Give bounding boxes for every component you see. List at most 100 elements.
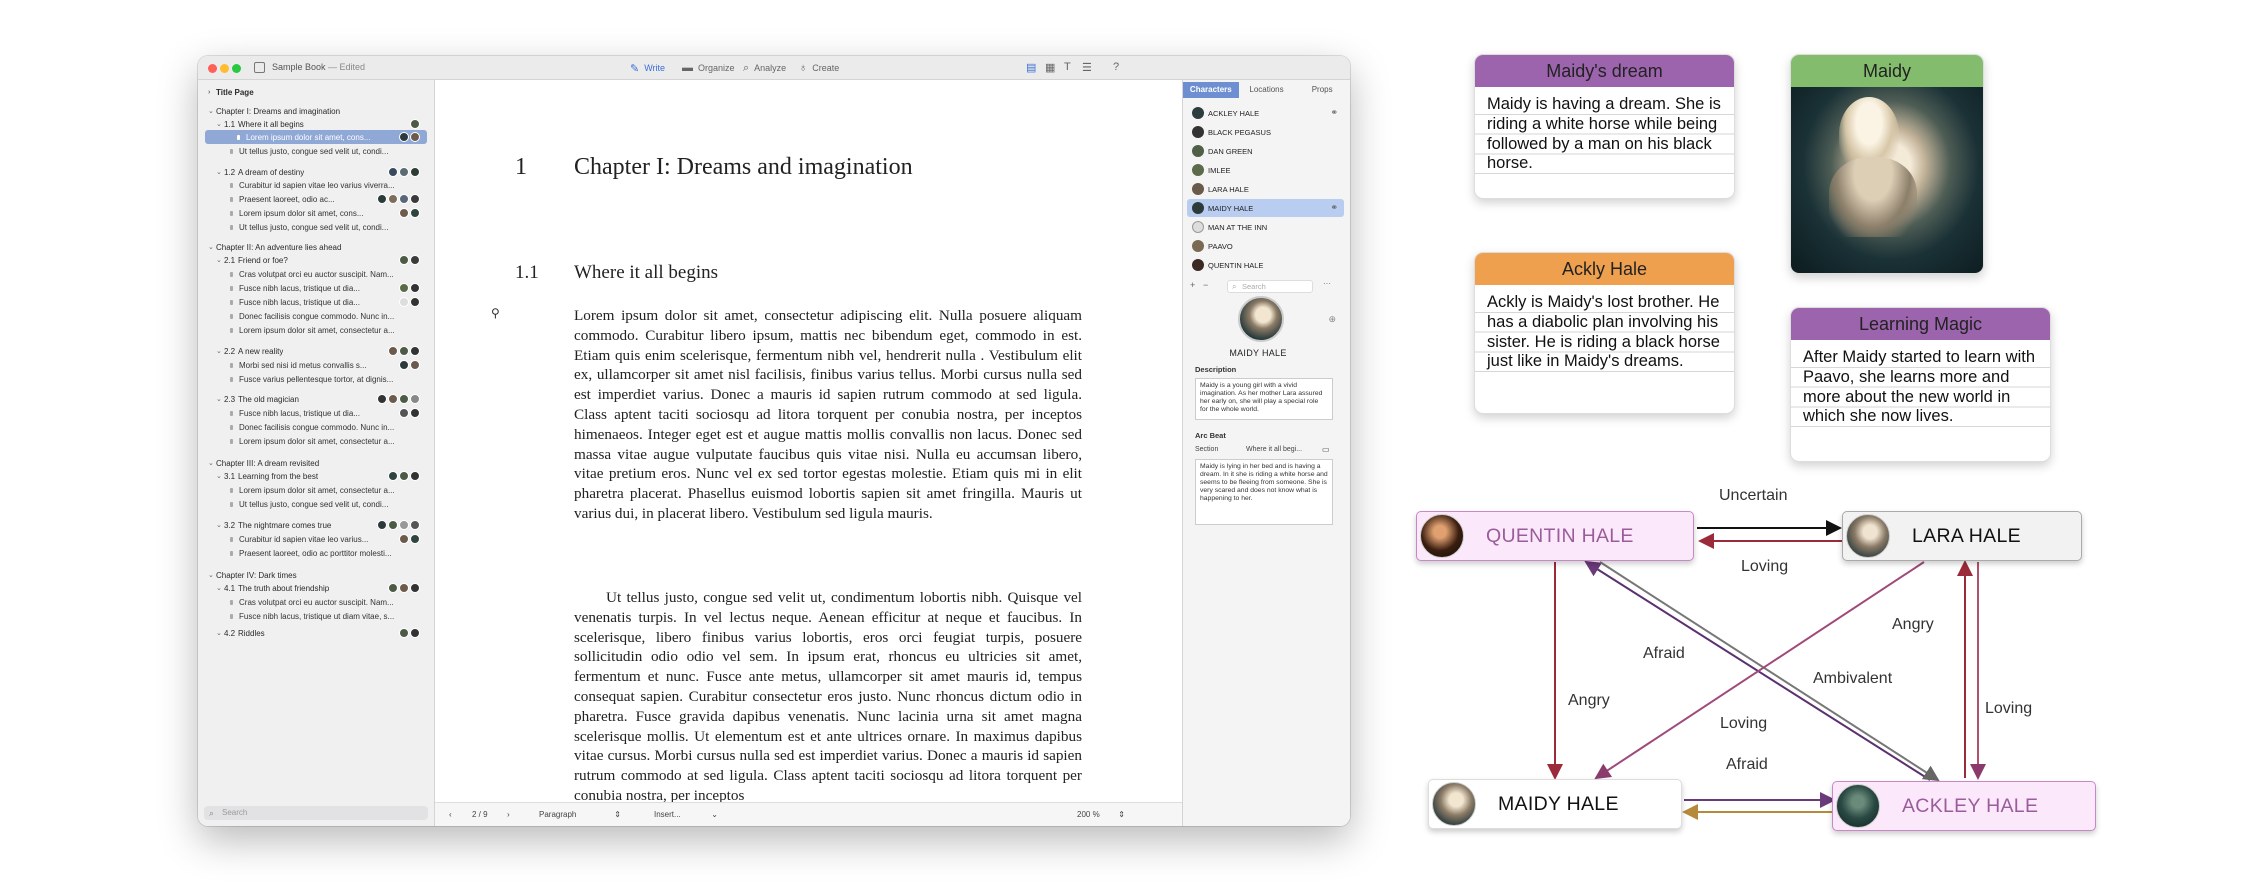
character-item[interactable]: QUENTIN HALE	[1187, 256, 1344, 274]
camera-icon[interactable]: ▭	[1322, 445, 1330, 454]
pin-icon[interactable]: ⚲	[491, 306, 500, 320]
binder-section[interactable]: ⌄ 3.1 Learning from the best	[198, 469, 434, 483]
binder-scene[interactable]: Lorem ipsum dolor sit amet, consectetur …	[198, 323, 434, 337]
add-character-button[interactable]: +	[1190, 280, 1195, 290]
sidebar-toggle-icon[interactable]	[254, 62, 265, 73]
character-item[interactable]: PAAVO	[1187, 237, 1344, 255]
lightbulb-icon: ♁	[799, 62, 808, 74]
list-icon[interactable]: ☰	[1082, 61, 1092, 74]
body-paragraph[interactable]: Ut tellus justo, congue sed velit ut, co…	[574, 588, 1082, 802]
binder-scene[interactable]: Cras volutpat orci eu auctor suscipit. N…	[198, 595, 434, 609]
options-icon[interactable]: ⊕	[1328, 314, 1336, 325]
close-window-button[interactable]	[208, 64, 217, 73]
previous-page-button[interactable]: ‹	[449, 810, 452, 819]
title-bar: Sample Book — Edited ✎ Write ▬ Organize ⌕ A…	[198, 56, 1350, 80]
card-maidy-portrait[interactable]: Maidy	[1790, 54, 1984, 274]
binder-section[interactable]: ⌄ 2.1 Friend or foe?	[198, 253, 434, 267]
binder-section[interactable]: ⌄ 4.2 Riddles	[198, 626, 434, 640]
link-icon[interactable]: ⚭	[1330, 202, 1338, 213]
binder-scene[interactable]: Fusce nibh lacus, tristique ut dia...	[198, 406, 434, 420]
character-item-selected[interactable]: MAIDY HALE ⚭	[1187, 199, 1344, 217]
section-title: Where it all begins	[574, 262, 719, 283]
card-ackly-hale[interactable]: Ackly Hale Ackly is Maidy's lost brother…	[1474, 252, 1735, 414]
binder-scene[interactable]: Lorem ipsum dolor sit amet, consectetur …	[198, 434, 434, 448]
remove-character-button[interactable]: −	[1203, 280, 1208, 290]
tab-write[interactable]: ✎ Write	[630, 60, 665, 76]
editor[interactable]: 1 Chapter I: Dreams and imagination 1.1 …	[435, 80, 1182, 802]
link-icon[interactable]: ⚭	[1330, 107, 1338, 118]
tab-create[interactable]: ♁ Create	[799, 60, 839, 76]
card-text: Ackly is Maidy's lost brother. He has a …	[1475, 285, 1734, 373]
binder-scene[interactable]: Lorem ipsum dolor sit amet, consectetur …	[198, 483, 434, 497]
binder-scene[interactable]: Curabitur id sapien vitae leo varius viv…	[198, 178, 434, 192]
node-quentin-hale[interactable]: QUENTIN HALE	[1416, 511, 1694, 561]
inspector-toggle-icon[interactable]: ▤	[1026, 61, 1036, 74]
binder-section[interactable]: ⌄ 2.3 The old magician	[198, 392, 434, 406]
character-item[interactable]: IMLEE	[1187, 161, 1344, 179]
binder-scene[interactable]: Fusce varius pellentesque tortor, at dig…	[198, 372, 434, 386]
binder-scene[interactable]: Praesent laoreet, odio ac porttitor mole…	[198, 546, 434, 560]
avatar	[410, 394, 420, 404]
insert-select[interactable]: Insert... ⌄	[650, 808, 722, 822]
description-field[interactable]: Maidy is a young girl with a vivid imagi…	[1195, 378, 1333, 420]
binder-chapter[interactable]: ⌄ Chapter I: Dreams and imagination	[198, 104, 434, 118]
binder-scene[interactable]: Fusce nibh lacus, tristique ut dia...	[198, 281, 434, 295]
binder-scene[interactable]: Ut tellus justo, congue sed velit ut, co…	[198, 144, 434, 158]
minimize-window-button[interactable]	[220, 64, 229, 73]
avatar	[1836, 784, 1880, 828]
tab-organize[interactable]: ▬ Organize	[682, 60, 735, 76]
tab-characters[interactable]: Characters	[1183, 82, 1239, 98]
character-item[interactable]: DAN GREEN	[1187, 142, 1344, 160]
binder-scene[interactable]: Lorem ipsum dolor sit amet, cons...	[198, 206, 434, 220]
tab-analyze[interactable]: ⌕ Analyze	[743, 60, 786, 76]
node-ackley-hale[interactable]: ACKLEY HALE	[1832, 781, 2096, 831]
character-item[interactable]: MAN AT THE INN	[1187, 218, 1344, 236]
binder-chapter[interactable]: ⌄ Chapter II: An adventure lies ahead	[198, 240, 434, 254]
card-learning-magic[interactable]: Learning Magic After Maidy started to le…	[1790, 307, 2051, 462]
arc-section-value[interactable]: Where it all begi...	[1246, 446, 1302, 453]
binder-scene[interactable]: Fusce nibh lacus, tristique ut dia...	[198, 295, 434, 309]
binder-search-field[interactable]: ⌕ Search	[204, 806, 428, 820]
next-page-button[interactable]: ›	[507, 810, 510, 819]
binder-section[interactable]: ⌄ 1.1 Where it all begins	[198, 117, 434, 131]
maximize-window-button[interactable]	[232, 64, 241, 73]
arc-beat-field[interactable]: Maidy is lying in her bed and is having …	[1195, 459, 1333, 525]
more-options-button[interactable]: ···	[1323, 279, 1331, 288]
node-maidy-hale[interactable]: MAIDY HALE	[1428, 779, 1682, 829]
character-search-field[interactable]: ⌕ Search	[1227, 280, 1313, 293]
card-maidys-dream[interactable]: Maidy's dream Maidy is having a dream. S…	[1474, 54, 1735, 199]
binder-section[interactable]: ⌄ 2.2 A new reality	[198, 344, 434, 358]
notes-icon[interactable]: ▦	[1045, 61, 1055, 74]
binder-scene[interactable]: Praesent laoreet, odio ac...	[198, 192, 434, 206]
binder-scene[interactable]: Fusce nibh lacus, tristique ut diam vita…	[198, 609, 434, 623]
binder-scene[interactable]: Morbi sed nisi id metus convallis s...	[198, 358, 434, 372]
character-avatars	[388, 471, 420, 481]
document-icon	[230, 362, 233, 368]
binder-title-page[interactable]: › Title Page	[198, 85, 434, 99]
binder-chapter[interactable]: ⌄ Chapter III: A dream revisited	[198, 456, 434, 470]
character-item[interactable]: LARA HALE	[1187, 180, 1344, 198]
binder-scene-selected[interactable]: Lorem ipsum dolor sit amet, cons...	[205, 130, 427, 144]
binder-section[interactable]: ⌄ 3.2 The nightmare comes true	[198, 518, 434, 532]
card-header: Maidy's dream	[1475, 55, 1734, 87]
binder-section[interactable]: ⌄ 1.2 A dream of destiny	[198, 165, 434, 179]
zoom-select[interactable]: 200 % ⇕	[1073, 808, 1129, 822]
help-button[interactable]: ?	[1113, 61, 1119, 73]
binder-section[interactable]: ⌄ 4.1 The truth about friendship	[198, 581, 434, 595]
binder-scene[interactable]: Curabitur id sapien vitae leo varius...	[198, 532, 434, 546]
binder-scene[interactable]: Ut tellus justo, congue sed velit ut, co…	[198, 497, 434, 511]
character-item[interactable]: BLACK PEGASUS	[1187, 123, 1344, 141]
node-lara-hale[interactable]: LARA HALE	[1842, 511, 2082, 561]
binder-chapter[interactable]: ⌄ Chapter IV: Dark times	[198, 568, 434, 582]
binder-scene[interactable]: Donec facilisis congue commodo. Nunc in.…	[198, 309, 434, 323]
text-format-icon[interactable]: T	[1064, 61, 1071, 73]
tab-props[interactable]: Props	[1294, 82, 1350, 98]
character-item[interactable]: ACKLEY HALE ⚭	[1187, 104, 1344, 122]
chevron-down-icon: ⌄	[208, 108, 214, 115]
paragraph-style-select[interactable]: Paragraph ⇕	[535, 808, 625, 822]
binder-scene[interactable]: Donec facilisis congue commodo. Nunc in.…	[198, 420, 434, 434]
binder-scene[interactable]: Cras volutpat orci eu auctor suscipit. N…	[198, 267, 434, 281]
binder-scene[interactable]: Ut tellus justo, congue sed velit ut, co…	[198, 220, 434, 234]
body-paragraph[interactable]: Lorem ipsum dolor sit amet, consectetur …	[574, 306, 1082, 524]
tab-locations[interactable]: Locations	[1239, 82, 1295, 98]
